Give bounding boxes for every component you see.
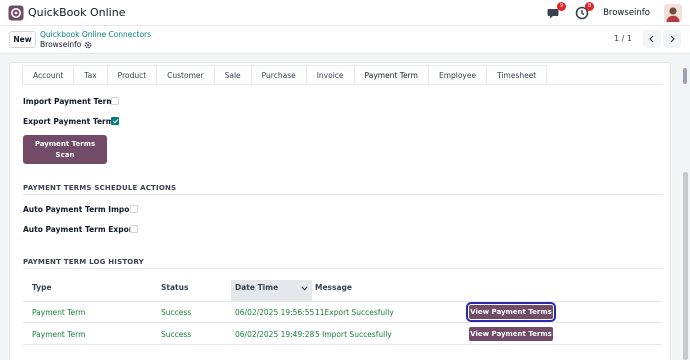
cell-type: Payment Term xyxy=(32,308,86,317)
cell-date-time: 06/02/2025 19:56:55 xyxy=(235,308,315,317)
export-payment-term-checkbox[interactable] xyxy=(111,117,119,125)
activity-badge: 8 xyxy=(585,2,595,11)
app-title: QuickBook Online xyxy=(28,6,126,19)
tab-invoice[interactable]: Invoice xyxy=(306,65,355,85)
breadcrumb-parent[interactable]: Quickbook Online Connectors xyxy=(40,30,151,39)
company-switcher[interactable]: Browseinfo xyxy=(603,8,650,18)
pager-next-button[interactable] xyxy=(663,30,681,48)
auto-import-label: Auto Payment Term Import xyxy=(23,205,137,214)
tab-customer[interactable]: Customer xyxy=(157,65,215,85)
tab-payment-term[interactable]: Payment Term xyxy=(354,65,429,85)
pager-value[interactable]: 1 / 1 xyxy=(614,34,632,43)
tab-product[interactable]: Product xyxy=(107,65,158,85)
export-payment-term-label: Export Payment Term xyxy=(23,117,114,126)
gear-icon[interactable] xyxy=(84,41,92,49)
cell-type: Payment Term xyxy=(32,330,86,339)
log-history-title: PAYMENT TERM LOG HISTORY xyxy=(23,258,144,266)
activity-button[interactable]: 8 xyxy=(575,2,595,20)
top-navbar: QuickBook Online 9 8 Browseinfo xyxy=(0,0,690,26)
auto-import-checkbox[interactable] xyxy=(130,205,138,213)
breadcrumb-current: Browseinfo xyxy=(40,40,92,49)
tab-employee[interactable]: Employee xyxy=(428,65,488,85)
auto-export-checkbox[interactable] xyxy=(130,225,138,233)
cell-status: Success xyxy=(161,330,192,339)
new-button[interactable]: New xyxy=(9,31,36,48)
auto-export-label: Auto Payment Term Export xyxy=(23,225,137,234)
import-payment-term-checkbox[interactable] xyxy=(111,97,119,105)
chevron-left-icon xyxy=(649,35,654,43)
messages-badge: 9 xyxy=(557,2,567,11)
table-header-divider xyxy=(23,301,662,302)
view-payment-terms-button[interactable]: View Payment Terms xyxy=(466,302,556,322)
schedule-actions-title: PAYMENT TERMS SCHEDULE ACTIONS xyxy=(23,184,177,192)
tab-timesheet[interactable]: Timesheet xyxy=(487,65,548,85)
page-scrollbar[interactable] xyxy=(683,172,688,360)
cell-date-time: 06/02/2025 19:49:28 xyxy=(235,330,315,339)
tabs-divider xyxy=(22,84,662,85)
tabs-scrollbar[interactable] xyxy=(683,68,687,84)
chevron-right-icon xyxy=(670,35,675,43)
tab-account[interactable]: Account xyxy=(22,65,75,85)
payment-terms-scan-button[interactable]: Payment Terms Scan xyxy=(23,135,107,164)
column-header-type[interactable]: Type xyxy=(32,283,52,292)
column-header-status[interactable]: Status xyxy=(161,283,188,292)
user-avatar[interactable] xyxy=(664,4,682,22)
breadcrumb-current-label: Browseinfo xyxy=(40,40,82,49)
sort-down-icon[interactable] xyxy=(301,286,308,291)
row-divider xyxy=(23,322,662,323)
cell-message: 5 Import Succesfully xyxy=(315,330,392,339)
section-divider xyxy=(23,268,663,269)
row-divider xyxy=(23,344,662,345)
tab-sale[interactable]: Sale xyxy=(214,65,252,85)
notebook-tabs: Account Tax Product Customer Sale Purcha… xyxy=(22,65,548,85)
tab-purchase[interactable]: Purchase xyxy=(251,65,307,85)
control-panel: New Quickbook Online Connectors Browsein… xyxy=(0,26,690,54)
import-payment-term-label: Import Payment Term xyxy=(23,97,115,106)
cell-status: Success xyxy=(161,308,192,317)
app-grid-icon[interactable] xyxy=(8,5,24,21)
cell-message: 11Export Succesfully xyxy=(315,308,394,317)
view-payment-terms-button[interactable]: View Payment Terms xyxy=(469,327,553,341)
messages-button[interactable]: 9 xyxy=(547,2,567,20)
tab-tax[interactable]: Tax xyxy=(74,65,108,85)
column-header-date-time[interactable]: Date Time xyxy=(235,283,278,292)
section-divider xyxy=(23,194,663,195)
pager-previous-button[interactable] xyxy=(643,30,661,48)
column-header-message[interactable]: Message xyxy=(315,283,352,292)
